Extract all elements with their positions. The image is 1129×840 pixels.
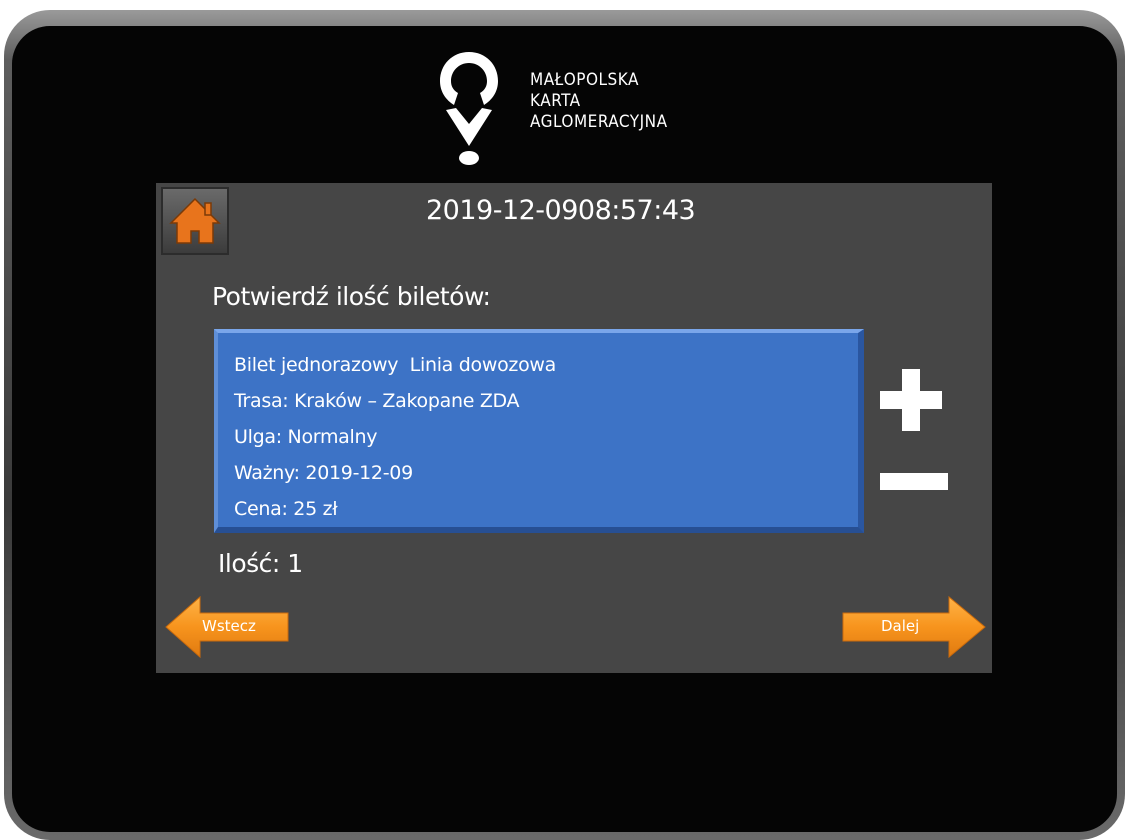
datetime: 2019-12-0908:57:43 bbox=[426, 195, 696, 226]
date-text: 2019-12-09 bbox=[426, 195, 578, 226]
decrease-quantity-button[interactable] bbox=[880, 473, 948, 493]
logo-line-3: AGLOMERACYJNA bbox=[530, 112, 668, 132]
ticket-discount: Ulga: Normalny bbox=[234, 426, 378, 448]
location-pin-logo-icon bbox=[440, 52, 498, 165]
next-button-label: Dalej bbox=[881, 617, 920, 635]
time-text: 08:57:43 bbox=[577, 195, 696, 226]
main-panel: 2019-12-0908:57:43 Potwierdź ilość bilet… bbox=[156, 183, 992, 673]
quantity-label: Ilość: 1 bbox=[218, 549, 303, 578]
next-button[interactable]: Dalej bbox=[841, 595, 987, 659]
ticket-type: Bilet jednorazowy Linia dowozowa bbox=[234, 354, 556, 376]
logo: MAŁOPOLSKA KARTA AGLOMERACYJNA bbox=[438, 50, 738, 170]
increase-quantity-button[interactable] bbox=[880, 369, 942, 431]
home-icon bbox=[169, 197, 221, 244]
ticket-valid-date: Ważny: 2019-12-09 bbox=[234, 462, 413, 484]
logo-text: MAŁOPOLSKA KARTA AGLOMERACYJNA bbox=[530, 70, 668, 133]
back-button-label: Wstecz bbox=[202, 617, 256, 635]
logo-line-2: KARTA bbox=[530, 91, 581, 111]
back-button[interactable]: Wstecz bbox=[164, 595, 290, 659]
ticket-price: Cena: 25 zł bbox=[234, 498, 338, 520]
home-button[interactable] bbox=[161, 187, 229, 255]
page-title: Potwierdź ilość biletów: bbox=[212, 282, 491, 311]
ticket-card[interactable]: Bilet jednorazowy Linia dowozowa Trasa: … bbox=[214, 329, 864, 533]
logo-line-1: MAŁOPOLSKA bbox=[530, 70, 639, 90]
ticket-route: Trasa: Kraków – Zakopane ZDA bbox=[234, 390, 520, 412]
